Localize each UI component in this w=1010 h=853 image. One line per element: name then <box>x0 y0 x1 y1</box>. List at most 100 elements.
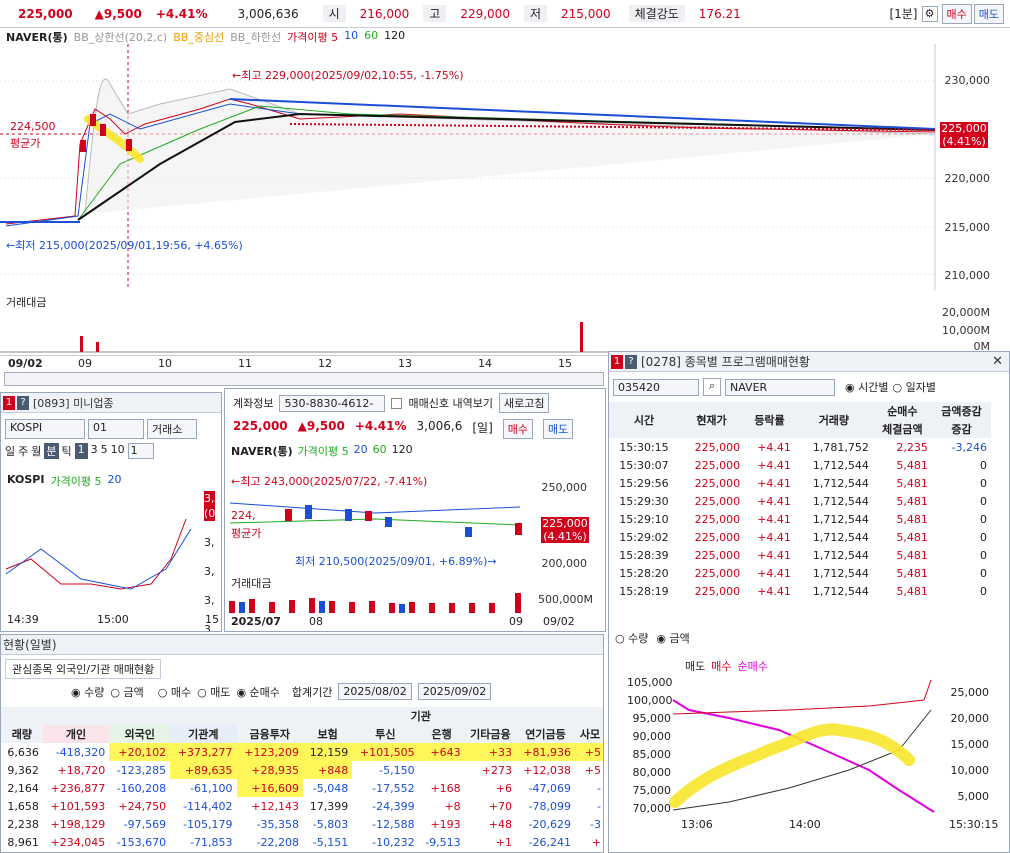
radio-amt-label: 금액 <box>123 685 144 699</box>
radio-day[interactable]: ○ 일자별 <box>892 379 935 395</box>
mini-x-label: 15 <box>205 613 219 626</box>
market-select[interactable]: KOSPI <box>5 419 85 439</box>
x-label: 12 <box>318 357 332 370</box>
radio-net[interactable]: ◉ 순매수 <box>236 684 279 700</box>
legend-item: 가격이평 5 <box>287 31 339 44</box>
help-icon[interactable]: ? <box>17 395 29 410</box>
table-row[interactable]: 15:28:39 225,000 +4.41 1,712,544 5,481 0 <box>609 546 991 564</box>
col-financial: 금융투자 <box>249 728 290 741</box>
legend-item: 10 <box>344 29 359 42</box>
radio-qty[interactable]: ◉ 수량 <box>71 684 104 700</box>
acct-sell-button[interactable]: 매도 <box>543 419 574 439</box>
table-row[interactable]: 15:28:19 225,000 +4.41 1,712,544 5,481 0 <box>609 582 991 600</box>
table-cell: 5,481 <box>896 584 928 598</box>
table-row[interactable]: 2,238 +198,129 -97,569 -105,179 -35,358 -5,80… <box>1 815 603 833</box>
close-icon[interactable]: ✕ <box>992 354 1003 369</box>
table-cell: +5 <box>584 763 601 777</box>
period-tick[interactable]: 틱 <box>62 443 72 459</box>
acct-buy-button[interactable]: 매수 <box>502 419 533 439</box>
acct-price-tag-pct: (4.41%) <box>543 530 587 543</box>
table-row[interactable]: 15:29:02 225,000 +4.41 1,712,544 5,481 0 <box>609 528 991 546</box>
price-tag-pct: (4.41%) <box>942 135 986 148</box>
count-10[interactable]: 10 <box>111 443 125 459</box>
investor-title-bar: 현황(일별) <box>1 635 603 655</box>
count-1[interactable]: 1 <box>74 443 88 459</box>
table-row[interactable]: 6,636 -418,320 +20,102 +373,277 +123,209 12,1… <box>1 743 603 761</box>
table-row[interactable]: 2,164 +236,877 -160,208 -61,100 +16,609 -5,04… <box>1 779 603 797</box>
table-cell: -12,588 <box>372 817 415 831</box>
table-cell: -17,552 <box>372 781 415 795</box>
table-cell: +5 <box>575 743 603 761</box>
code-input[interactable]: 035420 <box>613 378 699 396</box>
radio-time[interactable]: ◉ 시간별 <box>845 379 888 395</box>
radio-sell-label: 매도 <box>210 685 231 699</box>
period-month[interactable]: 월 <box>31 443 41 459</box>
table-cell: 1,712,544 <box>812 458 869 472</box>
avg-price-label: 평균가 <box>10 137 41 150</box>
count-select[interactable]: 1 <box>127 443 154 459</box>
high-price: 229,000 <box>460 6 510 21</box>
radio-amt[interactable]: ○ 금액 <box>110 684 143 700</box>
refresh-button[interactable]: 새로고침 <box>498 393 550 413</box>
gear-icon[interactable]: ⚙ <box>921 5 938 22</box>
acct-change: ▲9,500 <box>297 419 345 433</box>
signal-checkbox[interactable] <box>391 397 403 409</box>
program-title: [0278] 종목별 프로그램매매현황 <box>641 355 810 369</box>
main-scrollbar[interactable] <box>4 372 604 386</box>
table-row[interactable]: 8,961 +234,045 -153,670 -71,853 -22,208 -5,15… <box>1 833 603 851</box>
table-row[interactable]: 15:29:30 225,000 +4.41 1,712,544 5,481 0 <box>609 492 991 510</box>
acct-x-label: 09 <box>509 615 523 628</box>
vol-tick: 20,000M <box>942 306 990 319</box>
search-icon[interactable]: ⌕ <box>703 378 721 396</box>
table-row[interactable]: 15:28:20 225,000 +4.41 1,712,544 5,481 0 <box>609 564 991 582</box>
table-cell: 15:30:07 <box>619 458 669 472</box>
radio-sell[interactable]: ○ 매도 <box>197 684 230 700</box>
acct-period[interactable]: [일] <box>472 419 492 439</box>
table-cell: +373,277 <box>170 743 237 761</box>
table-cell: -26,241 <box>528 835 571 849</box>
period-week[interactable]: 주 <box>18 443 28 459</box>
table-cell: +4.41 <box>757 512 791 526</box>
prog-x-label: 15:30:15 <box>949 818 999 831</box>
table-row[interactable]: 15:29:10 225,000 +4.41 1,712,544 5,481 0 <box>609 510 991 528</box>
current-price: 225,000 <box>18 6 73 21</box>
buy-button[interactable]: 매수 <box>941 3 972 24</box>
strength-label: 체결강도 <box>628 5 685 22</box>
table-cell: 225,000 <box>694 440 741 454</box>
acct-vol-tick: 500,000M <box>538 593 593 606</box>
table-row[interactable]: 15:30:07 225,000 +4.41 1,712,544 5,481 0 <box>609 456 991 474</box>
radio-amt[interactable]: ◉ 금액 <box>656 630 689 646</box>
investor-tab[interactable]: 관심종목 외국인/기관 매매현황 <box>5 659 162 679</box>
table-cell: +70 <box>488 799 512 813</box>
count-5[interactable]: 5 <box>101 443 108 459</box>
date-from[interactable]: 2025/08/02 <box>338 683 412 700</box>
table-cell: 1,712,544 <box>812 494 869 508</box>
sell-button[interactable]: 매도 <box>973 3 1004 24</box>
account-select[interactable]: 530-8830-4612- <box>279 394 386 412</box>
table-cell: +643 <box>418 743 465 761</box>
table-row[interactable]: 9,362 +18,720 -123,285 +89,635 +28,935 +848 -5… <box>1 761 603 779</box>
left-tick: 100,000 <box>627 694 673 707</box>
price-tag: 225,000 (4.41%) <box>940 122 988 148</box>
table-cell: -9,513 <box>425 835 461 849</box>
code-input[interactable]: 01 <box>88 419 144 439</box>
help-icon[interactable]: ? <box>625 354 637 369</box>
period-day[interactable]: 일 <box>5 443 15 459</box>
count-3[interactable]: 3 <box>91 443 98 459</box>
radio-qty[interactable]: ○ 수량 <box>615 630 648 646</box>
period-label[interactable]: [1분] <box>889 5 917 22</box>
main-price-chart[interactable] <box>0 44 1010 290</box>
radio-buy-label: 매수 <box>170 685 192 699</box>
exchange-select[interactable]: 거래소 <box>147 419 197 439</box>
table-row[interactable]: 1,658 +101,593 +24,750 -114,402 +12,143 17,39… <box>1 797 603 815</box>
date-to[interactable]: 2025/09/02 <box>417 683 492 700</box>
col-bank: 은행 <box>431 728 452 741</box>
signal-check-label: 매매신호 내역보기 <box>408 397 493 410</box>
radio-buy[interactable]: ○ 매수 <box>158 684 191 700</box>
table-row[interactable]: 15:29:56 225,000 +4.41 1,712,544 5,481 0 <box>609 474 991 492</box>
x-label: 15 <box>558 357 572 370</box>
col-amount-change[interactable]: 금액증감 <box>932 402 991 420</box>
left-tick: 90,000 <box>632 730 672 743</box>
period-minute[interactable]: 분 <box>44 443 59 459</box>
table-row[interactable]: 15:30:15 225,000 +4.41 1,781,752 2,235 -3,246 <box>609 438 991 456</box>
